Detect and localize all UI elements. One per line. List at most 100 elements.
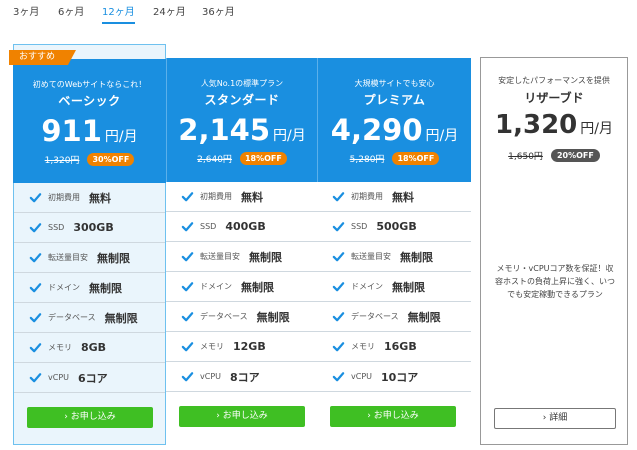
feature-value: 無制限 xyxy=(256,310,290,324)
feature-value: 無制限 xyxy=(407,310,441,324)
feature-list: 初期費用 無料 SSD 500GB 転送量目安 無制限 ドメイン 無制限 データベース 無制限 メモ… xyxy=(317,182,471,392)
feature-label: メモリ xyxy=(48,343,72,352)
plan-price: 911 xyxy=(41,114,102,148)
feature-row-transfer: 転送量目安 無制限 xyxy=(14,243,165,273)
feature-row-ssd: SSD 400GB xyxy=(166,212,317,242)
check-icon xyxy=(29,281,42,294)
feature-value: 無制限 xyxy=(89,281,122,295)
feature-row-initial: 初期費用 無料 xyxy=(317,182,471,212)
feature-label: 転送量目安 xyxy=(48,253,88,262)
check-icon xyxy=(29,371,42,384)
feature-value: 無制限 xyxy=(249,250,282,264)
plan-card-basic: おすすめ 初めてのWebサイトならこれ！ ベーシック 911 円/月 1,320円… xyxy=(9,44,166,445)
feature-row-database: データベース 無制限 xyxy=(317,302,471,332)
check-icon xyxy=(181,280,194,293)
tab-36-months[interactable]: 36ヶ月 xyxy=(202,3,235,22)
discount-badge: 30%OFF xyxy=(87,153,135,166)
plan-name: プレミアム xyxy=(363,93,426,107)
plan-header: 大規模サイトでも安心 プレミアム 4,290 円/月 5,280円 18%OFF xyxy=(317,58,471,182)
feature-value: 10コア xyxy=(381,370,419,384)
feature-label: ドメイン xyxy=(200,282,232,291)
apply-button[interactable]: › お申し込み xyxy=(179,406,305,427)
feature-row-ssd: SSD 300GB xyxy=(14,213,165,243)
feature-label: vCPU xyxy=(48,373,69,382)
details-button[interactable]: › 詳細 xyxy=(494,408,616,429)
plan-tagline: 大規模サイトでも安心 xyxy=(354,79,435,88)
apply-button[interactable]: › お申し込み xyxy=(330,406,456,427)
feature-value: 16GB xyxy=(384,340,417,353)
feature-value: 500GB xyxy=(376,220,417,233)
check-icon xyxy=(332,190,345,203)
apply-button-label: お申し込み xyxy=(70,412,116,422)
plan-header: 安定したパフォーマンスを提供 リザーブド 1,320 円/月 1,650円 20%O… xyxy=(481,75,627,162)
plan-name: ベーシック xyxy=(58,94,121,108)
price-unit: 円/月 xyxy=(425,128,459,144)
feature-list: 初期費用 無料 SSD 400GB 転送量目安 無制限 ドメイン 無制限 データベース 無制限 メモ… xyxy=(166,182,317,392)
feature-label: 初期費用 xyxy=(48,193,80,202)
price-unit: 円/月 xyxy=(273,128,306,144)
check-icon xyxy=(332,220,345,233)
feature-row-transfer: 転送量目安 無制限 xyxy=(166,242,317,272)
feature-value: 無制限 xyxy=(392,280,425,294)
plan-header: 初めてのWebサイトならこれ！ ベーシック 911 円/月 1,320円 30%OF… xyxy=(13,59,166,183)
check-icon xyxy=(181,310,194,323)
feature-row-transfer: 転送量目安 無制限 xyxy=(317,242,471,272)
tab-12-months[interactable]: 12ヶ月 xyxy=(102,3,135,24)
feature-row-initial: 初期費用 無料 xyxy=(14,183,165,213)
plan-card-standard: 人気No.1の標準プラン スタンダード 2,145 円/月 2,640円 18%OF… xyxy=(166,44,317,445)
plan-tagline: 人気No.1の標準プラン xyxy=(200,79,284,88)
feature-value: 無料 xyxy=(89,191,111,205)
tab-3-months[interactable]: 3ヶ月 xyxy=(13,3,39,22)
check-icon xyxy=(181,190,194,203)
plan-name: リザーブド xyxy=(524,91,584,105)
feature-value: 8コア xyxy=(230,370,260,384)
tab-24-months[interactable]: 24ヶ月 xyxy=(153,3,186,22)
feature-row-memory: メモリ 8GB xyxy=(14,333,165,363)
recommended-badge: おすすめ xyxy=(9,50,76,65)
check-icon xyxy=(332,310,345,323)
discount-badge: 18%OFF xyxy=(392,152,440,165)
check-icon xyxy=(332,370,345,383)
feature-value: 12GB xyxy=(233,340,266,353)
plan-tagline: 初めてのWebサイトならこれ！ xyxy=(32,80,147,89)
check-icon xyxy=(181,250,194,263)
feature-value: 400GB xyxy=(225,220,266,233)
old-price: 2,640円 xyxy=(197,155,232,165)
apply-button[interactable]: › お申し込み xyxy=(27,407,153,428)
feature-value: 無制限 xyxy=(400,250,433,264)
old-price: 1,650円 xyxy=(508,152,543,162)
tab-6-months[interactable]: 6ヶ月 xyxy=(58,3,84,22)
feature-row-vcpu: vCPU 10コア xyxy=(317,362,471,392)
plan-price: 1,320 xyxy=(495,110,578,140)
feature-label: メモリ xyxy=(351,342,375,351)
check-icon xyxy=(181,340,194,353)
plan-card-premium: 大規模サイトでも安心 プレミアム 4,290 円/月 5,280円 18%OFF 初… xyxy=(317,44,471,445)
feature-label: 転送量目安 xyxy=(351,252,391,261)
check-icon xyxy=(181,370,194,383)
feature-row-database: データベース 無制限 xyxy=(166,302,317,332)
plan-price: 4,290 xyxy=(330,113,423,147)
feature-label: SSD xyxy=(200,222,217,231)
plan-tagline: 安定したパフォーマンスを提供 xyxy=(498,76,610,85)
discount-badge: 20%OFF xyxy=(550,149,600,162)
feature-label: データベース xyxy=(48,313,96,322)
feature-row-domain: ドメイン 無制限 xyxy=(317,272,471,302)
feature-value: 6コア xyxy=(78,371,108,385)
feature-label: 初期費用 xyxy=(200,192,232,201)
price-unit: 円/月 xyxy=(580,121,613,137)
apply-button-label: お申し込み xyxy=(222,411,268,421)
feature-label: 初期費用 xyxy=(351,192,383,201)
feature-row-domain: ドメイン 無制限 xyxy=(14,273,165,303)
feature-label: ドメイン xyxy=(48,283,80,292)
feature-label: ドメイン xyxy=(351,282,383,291)
feature-row-ssd: SSD 500GB xyxy=(317,212,471,242)
feature-row-domain: ドメイン 無制限 xyxy=(166,272,317,302)
old-price: 5,280円 xyxy=(349,155,385,165)
feature-label: vCPU xyxy=(351,372,372,381)
feature-value: 無制限 xyxy=(104,311,138,325)
check-icon xyxy=(29,251,42,264)
feature-label: データベース xyxy=(351,312,399,321)
check-icon xyxy=(29,191,42,204)
plan-description: メモリ・vCPUコア数を保証！収容ホストの負荷上昇に強く、いつでも安定稼動できる… xyxy=(495,264,615,299)
feature-row-vcpu: vCPU 6コア xyxy=(14,363,165,393)
